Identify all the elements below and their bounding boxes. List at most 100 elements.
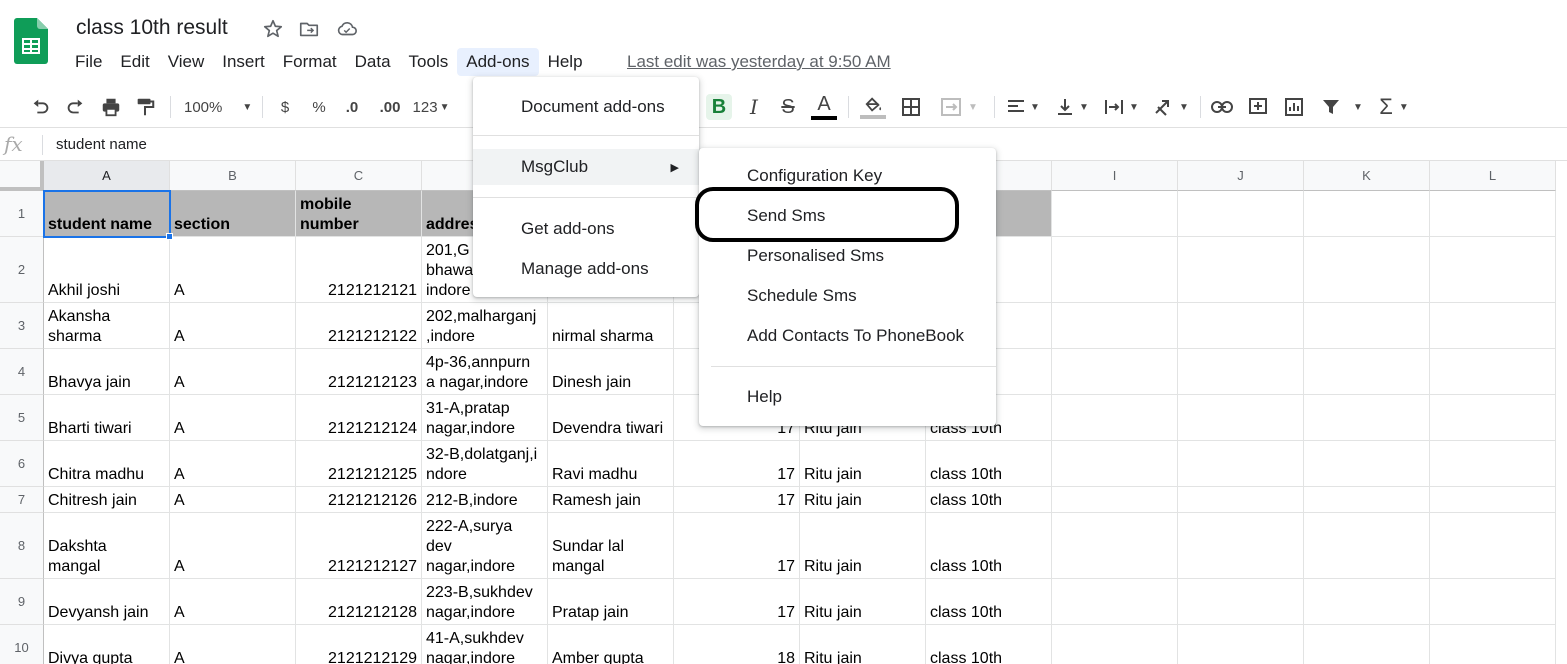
cell-i5[interactable] [1052,395,1178,441]
row-header-8[interactable]: 8 [0,513,44,579]
menu-send-sms[interactable]: Send Sms [699,198,996,234]
cell-d6[interactable]: 32-B,dolatganj,i ndore [422,441,548,487]
cell-c2[interactable]: 2121212121 [296,237,422,303]
cell-a10[interactable]: Divya gupta [44,625,170,664]
cell-j6[interactable] [1178,441,1304,487]
column-header-b[interactable]: B [170,161,296,191]
functions-icon[interactable]: Σ ▼ [1374,94,1414,120]
column-header-i[interactable]: I [1052,161,1178,191]
column-header-c[interactable]: C [296,161,422,191]
cell-k4[interactable] [1304,349,1430,395]
cell-g10[interactable]: Ritu jain [800,625,926,664]
redo-icon[interactable] [62,94,88,120]
cell-j4[interactable] [1178,349,1304,395]
cell-b7[interactable]: A [170,487,296,513]
cell-k6[interactable] [1304,441,1430,487]
row-header-5[interactable]: 5 [0,395,44,441]
insert-comment-icon[interactable] [1244,94,1272,120]
cell-j1[interactable] [1178,191,1304,237]
cell-l6[interactable] [1430,441,1556,487]
document-title[interactable]: class 10th result [76,16,228,40]
cell-j2[interactable] [1178,237,1304,303]
cell-c4[interactable]: 2121212123 [296,349,422,395]
zoom-select[interactable]: 100% ▼ [184,94,256,120]
cell-b10[interactable]: A [170,625,296,664]
menu-add-contacts-phonebook[interactable]: Add Contacts To PhoneBook [699,318,996,354]
sheets-logo-icon[interactable] [14,18,48,64]
cell-a1[interactable]: student name [44,191,170,237]
cell-i6[interactable] [1052,441,1178,487]
cell-c3[interactable]: 2121212122 [296,303,422,349]
cell-a6[interactable]: Chitra madhu [44,441,170,487]
row-header-9[interactable]: 9 [0,579,44,625]
cell-a4[interactable]: Bhavya jain [44,349,170,395]
decrease-decimal-button[interactable]: .0 [340,94,364,120]
cell-d5[interactable]: 31-A,pratap nagar,indore [422,395,548,441]
menu-get-addons[interactable]: Get add-ons [473,211,699,247]
merge-cells-icon[interactable]: ▼ [934,94,984,120]
menu-tools[interactable]: Tools [400,48,458,76]
cell-i8[interactable] [1052,513,1178,579]
cell-g6[interactable]: Ritu jain [800,441,926,487]
cell-f8[interactable]: 17 [674,513,800,579]
menu-schedule-sms[interactable]: Schedule Sms [699,278,996,314]
cell-l8[interactable] [1430,513,1556,579]
row-header-4[interactable]: 4 [0,349,44,395]
cell-k3[interactable] [1304,303,1430,349]
cell-k9[interactable] [1304,579,1430,625]
undo-icon[interactable] [28,94,54,120]
cell-k1[interactable] [1304,191,1430,237]
cloud-status-icon[interactable] [336,18,358,40]
menu-configuration-key[interactable]: Configuration Key [699,158,996,194]
cell-c1[interactable]: mobile number [296,191,422,237]
cell-d8[interactable]: 222-A,surya dev nagar,indore [422,513,548,579]
cell-i4[interactable] [1052,349,1178,395]
cell-e5[interactable]: Devendra tiwari [548,395,674,441]
cell-k2[interactable] [1304,237,1430,303]
menu-view[interactable]: View [159,48,214,76]
cell-c10[interactable]: 2121212129 [296,625,422,664]
column-header-a[interactable]: A [44,161,170,191]
cell-b4[interactable]: A [170,349,296,395]
cell-l5[interactable] [1430,395,1556,441]
cell-b1[interactable]: section [170,191,296,237]
strikethrough-button[interactable]: S [776,94,800,120]
cell-f9[interactable]: 17 [674,579,800,625]
column-header-j[interactable]: J [1178,161,1304,191]
cell-b6[interactable]: A [170,441,296,487]
vertical-align-icon[interactable]: ▼ [1052,94,1092,120]
cell-a8[interactable]: Dakshta mangal [44,513,170,579]
cell-l4[interactable] [1430,349,1556,395]
menu-format[interactable]: Format [274,48,346,76]
cell-h8[interactable]: class 10th [926,513,1052,579]
menu-edit[interactable]: Edit [111,48,158,76]
cell-c9[interactable]: 2121212128 [296,579,422,625]
cell-k7[interactable] [1304,487,1430,513]
row-header-3[interactable]: 3 [0,303,44,349]
row-header-1[interactable]: 1 [0,191,44,237]
cell-i2[interactable] [1052,237,1178,303]
cell-e7[interactable]: Ramesh jain [548,487,674,513]
cell-h6[interactable]: class 10th [926,441,1052,487]
cell-l7[interactable] [1430,487,1556,513]
cell-l1[interactable] [1430,191,1556,237]
text-rotation-icon[interactable]: ▼ [1150,94,1192,120]
cell-b3[interactable]: A [170,303,296,349]
increase-decimal-button[interactable]: .00 [376,94,404,120]
cell-i9[interactable] [1052,579,1178,625]
paint-format-icon[interactable] [132,94,158,120]
cell-b2[interactable]: A [170,237,296,303]
cell-k8[interactable] [1304,513,1430,579]
cell-c5[interactable]: 2121212124 [296,395,422,441]
cell-c6[interactable]: 2121212125 [296,441,422,487]
cell-i1[interactable] [1052,191,1178,237]
cell-a9[interactable]: Devyansh jain [44,579,170,625]
move-folder-icon[interactable] [298,18,320,40]
horizontal-align-icon[interactable]: ▼ [1002,94,1044,120]
cell-e8[interactable]: Sundar lal mangal [548,513,674,579]
cell-g8[interactable]: Ritu jain [800,513,926,579]
menu-data[interactable]: Data [346,48,400,76]
star-icon[interactable] [262,18,284,40]
menu-manage-addons[interactable]: Manage add-ons [473,251,699,287]
cell-e10[interactable]: Amber gupta [548,625,674,664]
